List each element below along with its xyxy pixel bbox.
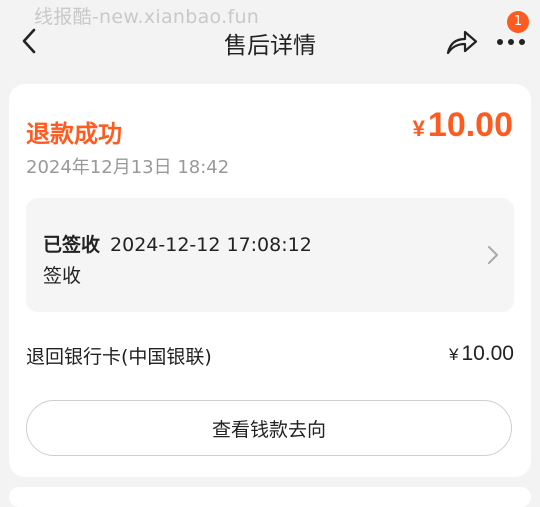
refund-method-amount-value: 10.00 (461, 342, 514, 365)
logistics-description: 签收 (43, 265, 82, 287)
logistics-panel[interactable]: 已签收 2024-12-12 17:08:12 签收 (26, 198, 514, 312)
refund-status: 退款成功 (26, 120, 122, 148)
next-card (9, 487, 531, 507)
track-refund-button[interactable]: 查看钱款去向 (26, 400, 512, 456)
top-nav-bar: 售后详情 1 (0, 0, 540, 72)
refund-method-currency: ¥ (448, 345, 459, 364)
share-button[interactable] (444, 25, 480, 59)
more-icon (497, 39, 525, 45)
refund-amount-value: 10.00 (427, 106, 513, 144)
notification-badge: 1 (507, 11, 529, 33)
logistics-time: 2024-12-12 17:08:12 (110, 234, 312, 256)
share-icon (446, 30, 478, 55)
logistics-status: 已签收 (43, 234, 101, 256)
refund-method-label: 退回银行卡(中国银联) (26, 346, 212, 368)
refund-datetime: 2024年12月13日 18:42 (26, 157, 230, 178)
chevron-right-icon (488, 246, 498, 264)
refund-amount: ¥10.00 (413, 106, 513, 145)
refund-method-amount: ¥10.00 (449, 342, 514, 366)
currency-symbol: ¥ (412, 116, 425, 141)
more-button[interactable] (494, 30, 528, 54)
refund-detail-card: 退款成功 ¥10.00 2024年12月13日 18:42 已签收 2024-12… (9, 84, 531, 477)
refund-method-row: 退回银行卡(中国银联) ¥10.00 (26, 342, 514, 372)
logistics-summary: 已签收 2024-12-12 17:08:12 (43, 230, 312, 257)
